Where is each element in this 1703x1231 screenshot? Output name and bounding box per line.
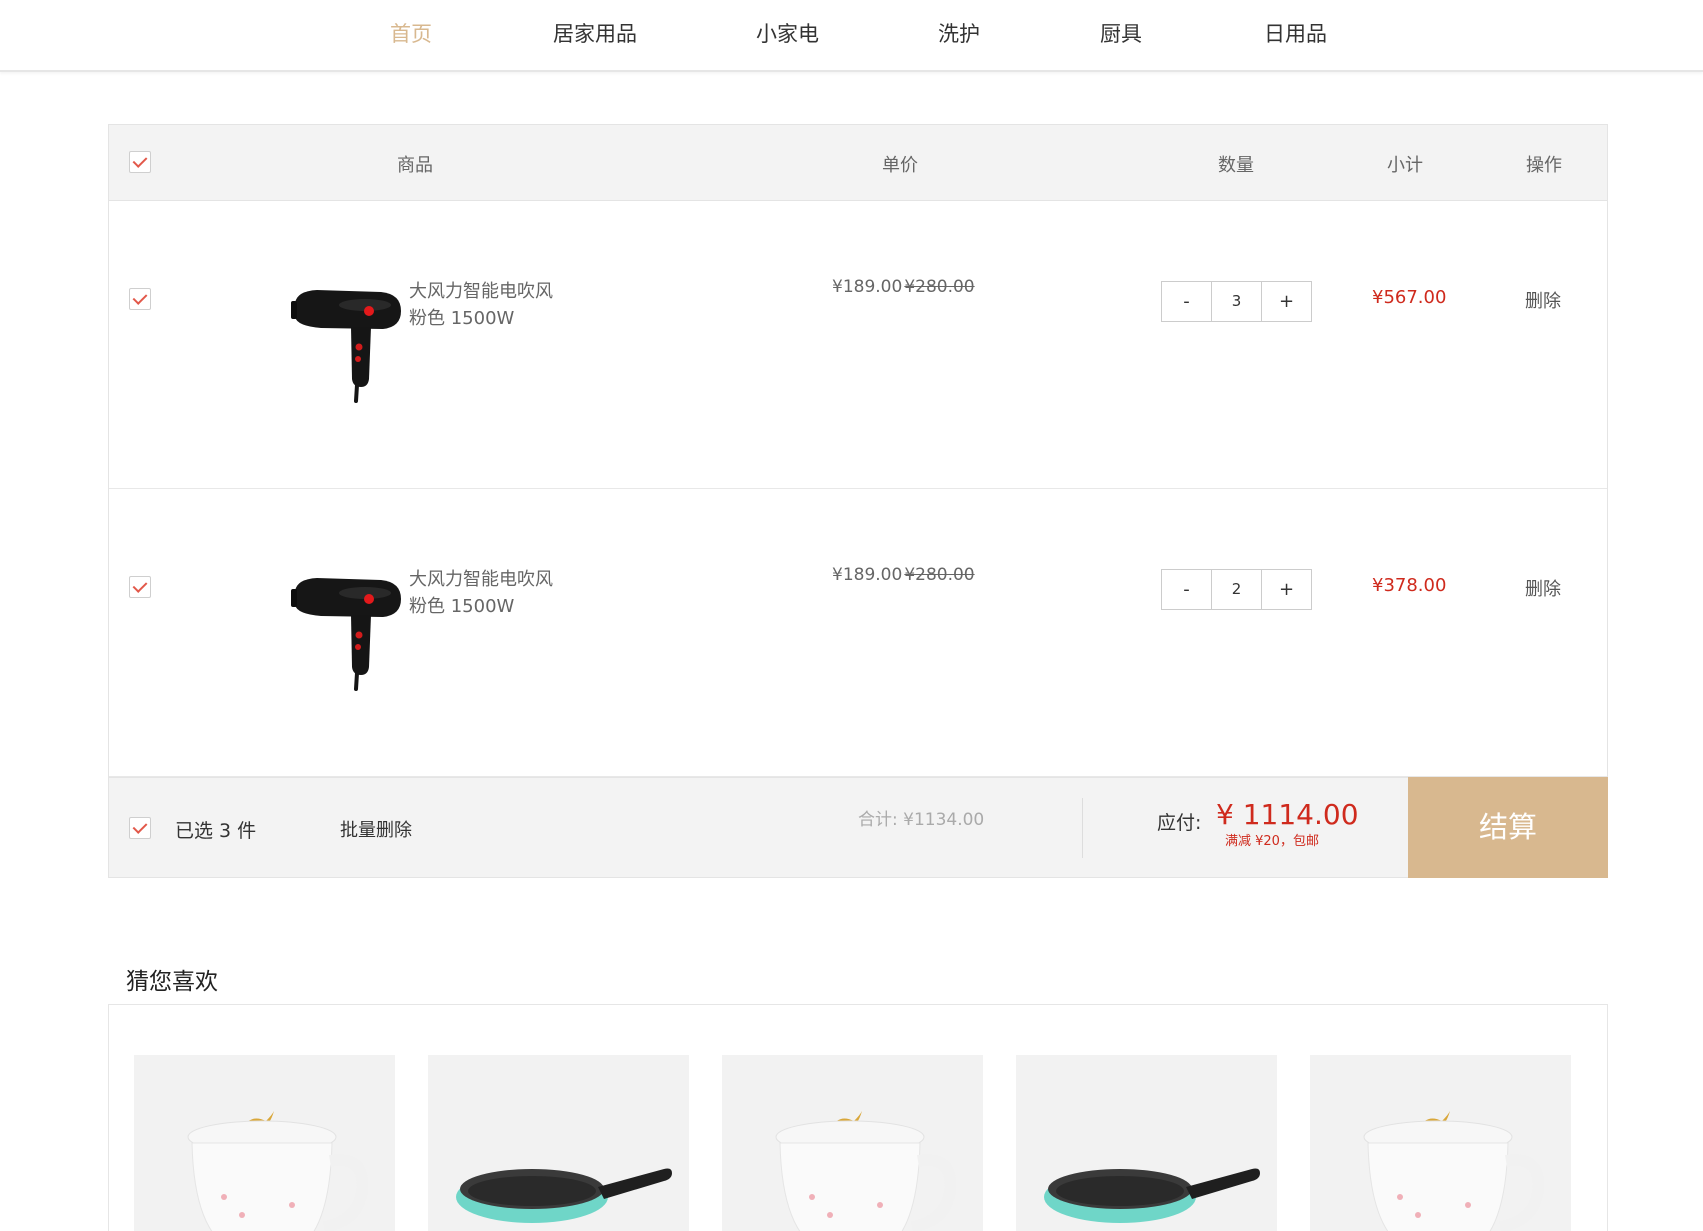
unit-price: ¥189.00 ¥280.00: [832, 565, 975, 585]
frying-pan-image: [456, 1168, 672, 1223]
cart-header: 商品 单价 数量 小计 操作: [109, 125, 1607, 201]
original-price: ¥280.00: [904, 565, 975, 585]
recommend-title: 猜您喜欢: [126, 969, 218, 995]
top-nav: 首页 居家用品 小家电 洗护 厨具 日用品: [0, 0, 1703, 72]
nav-item-small-appliances[interactable]: 小家电: [756, 18, 819, 48]
quantity-input[interactable]: 3: [1211, 282, 1262, 321]
footer-select-all-checkbox[interactable]: [129, 817, 151, 839]
header-unit-price: 单价: [882, 155, 918, 176]
recommend-card[interactable]: [134, 1055, 395, 1231]
original-price: ¥280.00: [904, 277, 975, 297]
mug-image: [775, 1111, 957, 1231]
current-price: ¥189.00: [832, 277, 903, 297]
payable-amount: ¥ 1114.00: [1216, 798, 1359, 831]
product-spec: 粉色 1500W: [409, 596, 515, 617]
header-action: 操作: [1526, 155, 1562, 176]
quantity-stepper: - 3 +: [1161, 281, 1312, 322]
recommend-card[interactable]: [1016, 1055, 1277, 1231]
nav-item-kitchen[interactable]: 厨具: [1100, 18, 1142, 48]
item-subtotal: ¥378.00: [1372, 575, 1447, 596]
decrease-button[interactable]: -: [1162, 282, 1211, 321]
hair-dryer-image[interactable]: [289, 569, 401, 691]
recommend-section: [108, 1004, 1608, 1231]
mug-image: [1363, 1111, 1545, 1231]
total-amount: 合计: ¥1134.00: [858, 810, 985, 830]
recommend-card[interactable]: [428, 1055, 689, 1231]
quantity-stepper: - 2 +: [1161, 569, 1312, 610]
delete-button[interactable]: 删除: [1525, 575, 1561, 601]
quantity-input[interactable]: 2: [1211, 570, 1262, 609]
header-quantity: 数量: [1218, 155, 1254, 176]
current-price: ¥189.00: [832, 565, 903, 585]
decrease-button[interactable]: -: [1162, 570, 1211, 609]
nav-item-home-goods[interactable]: 居家用品: [553, 18, 637, 48]
payable-label: 应付:: [1157, 812, 1202, 834]
discount-note: 满减 ¥20，包邮: [1225, 834, 1319, 849]
batch-delete-button[interactable]: 批量删除: [340, 816, 412, 842]
nav-item-daily[interactable]: 日用品: [1264, 18, 1327, 48]
unit-price: ¥189.00 ¥280.00: [832, 277, 975, 297]
mug-image: [187, 1111, 369, 1231]
selected-count: 已选 3 件: [175, 820, 257, 842]
product-spec: 粉色 1500W: [409, 308, 515, 329]
increase-button[interactable]: +: [1262, 570, 1311, 609]
hair-dryer-image[interactable]: [289, 281, 401, 403]
nav-item-care[interactable]: 洗护: [938, 18, 980, 48]
item-subtotal: ¥567.00: [1372, 287, 1447, 308]
item-checkbox[interactable]: [129, 576, 151, 598]
select-all-checkbox[interactable]: [129, 151, 151, 173]
item-checkbox[interactable]: [129, 288, 151, 310]
cart-footer: 已选 3 件 批量删除 合计: ¥1134.00 应付: ¥ 1114.00 满…: [109, 777, 1608, 878]
cart-row: 大风力智能电吹风 粉色 1500W ¥189.00 ¥280.00 - 2 + ¥…: [109, 489, 1607, 777]
product-name[interactable]: 大风力智能电吹风: [409, 565, 553, 591]
cart-row: 大风力智能电吹风 粉色 1500W ¥189.00 ¥280.00 - 3 + ¥…: [109, 201, 1607, 489]
cart-table: 商品 单价 数量 小计 操作 大风力智能电吹风 粉色 1500W ¥189.00…: [108, 124, 1608, 878]
frying-pan-image: [1044, 1168, 1260, 1223]
footer-divider: [1082, 798, 1083, 858]
header-goods: 商品: [397, 155, 433, 176]
increase-button[interactable]: +: [1262, 282, 1311, 321]
delete-button[interactable]: 删除: [1525, 287, 1561, 313]
checkout-button[interactable]: 结算: [1408, 777, 1608, 878]
nav-item-home[interactable]: 首页: [390, 18, 432, 48]
product-name[interactable]: 大风力智能电吹风: [409, 277, 553, 303]
header-subtotal: 小计: [1387, 155, 1423, 176]
recommend-card[interactable]: [1310, 1055, 1571, 1231]
recommend-card[interactable]: [722, 1055, 983, 1231]
